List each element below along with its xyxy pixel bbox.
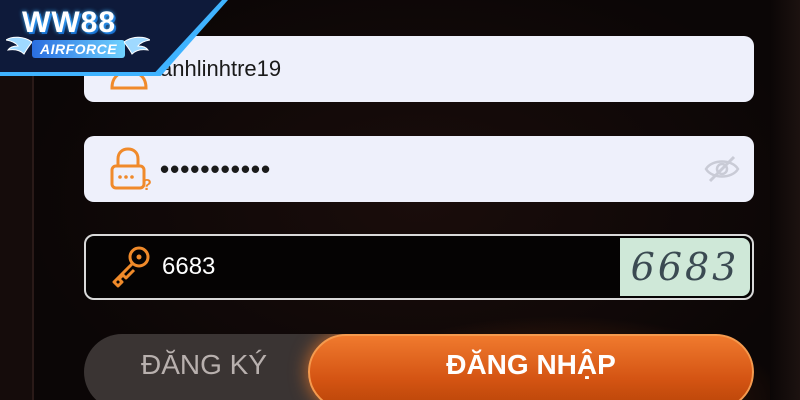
auth-button-group: ĐĂNG KÝ ĐĂNG NHẬP [84,334,754,400]
key-icon [112,246,150,288]
logo-text: WW88 [22,6,116,39]
register-button[interactable]: ĐĂNG KÝ [84,334,324,400]
username-value: anhlinhtre19 [160,56,282,81]
password-field[interactable]: ? ••••••••••• [84,136,754,202]
captcha-field[interactable]: 6683 6683 [84,234,754,300]
svg-text:?: ? [142,177,152,192]
password-value: ••••••••••• [160,153,272,184]
captcha-image[interactable]: 6683 [620,238,750,296]
right-panel-edge [770,0,800,400]
logo-subtitle: AIRFORCE [32,40,126,58]
wing-left-icon [6,36,32,55]
lock-question-icon: ? [110,147,152,192]
captcha-input-value: 6683 [162,253,216,280]
login-button[interactable]: ĐĂNG NHẬP [308,334,754,400]
eye-slash-icon[interactable] [704,153,740,185]
wing-right-icon [124,36,150,55]
